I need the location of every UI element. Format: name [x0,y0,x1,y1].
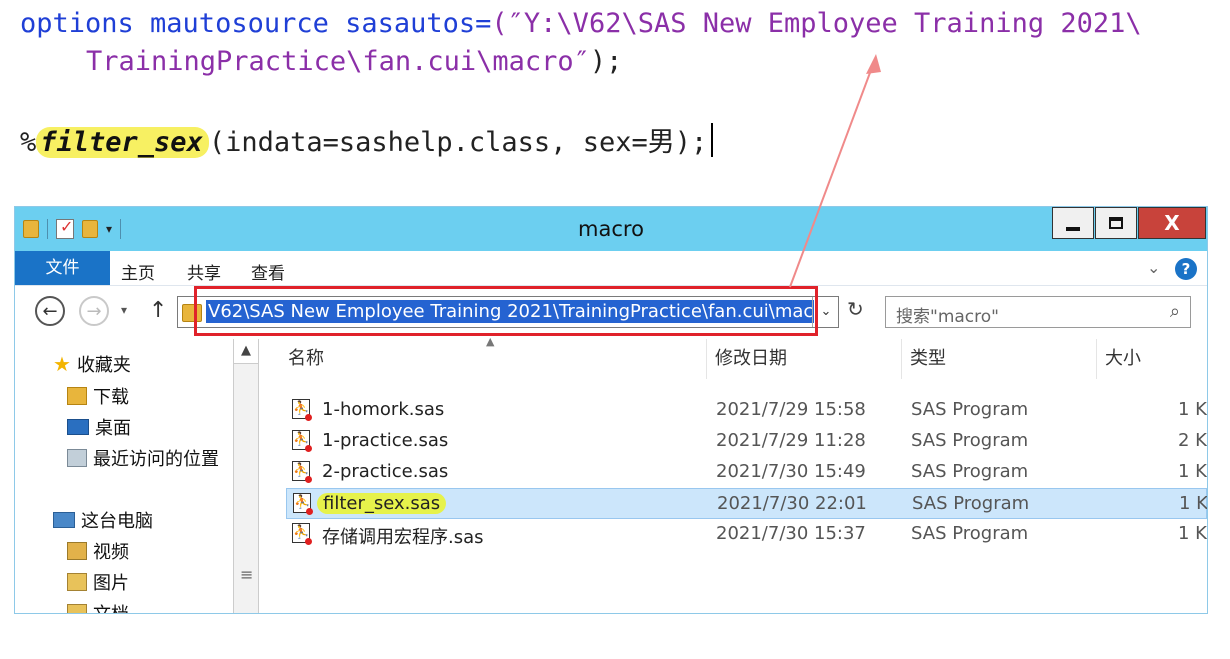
arrow-head [866,54,881,74]
arrow-line [789,61,875,288]
annotation-arrow [789,54,881,288]
